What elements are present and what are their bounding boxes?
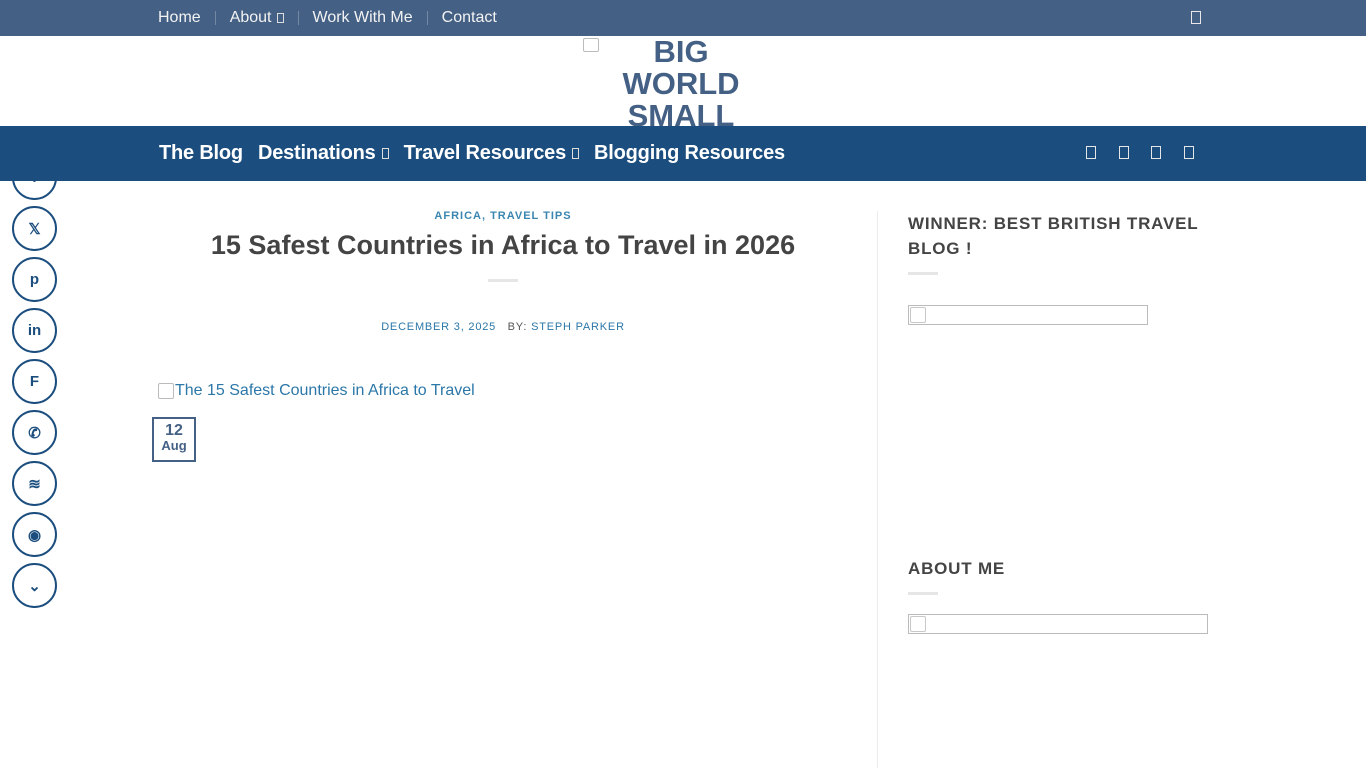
post-title: 15 Safest Countries in Africa to Travel … [210,230,796,260]
site-logo[interactable]: BIG WORLD SMALL [583,36,783,126]
widget-award-title: WINNER: BEST BRITISH TRAVEL BLOG ! [908,211,1208,261]
reddit-share-icon: ◉ [27,526,42,544]
widget-about-title: ABOUT ME [908,559,1006,578]
post-date-badge: 12 Aug [152,417,196,462]
main-nav-the-blog[interactable]: The Blog [159,142,243,165]
post-author-link[interactable]: STEPH PARKER [531,321,625,333]
main-nav-destinations-label: Destinations [257,142,376,164]
x-share-button[interactable]: 𝕏 [12,206,57,251]
top-nav-about[interactable]: About [230,9,284,27]
post-date-link[interactable]: DECEMBER 3, 2025 [381,321,496,333]
chevron-down-icon [381,148,389,159]
instagram-icon[interactable] [1119,146,1129,159]
about-me-image[interactable] [908,614,1208,634]
buffer-share-button[interactable]: ≋ [12,461,57,506]
pocket-share-icon: ⌄ [28,577,41,595]
post-date-month: Aug [161,438,187,453]
by-label: BY: [507,321,528,333]
pinterest-icon[interactable] [1184,146,1194,159]
top-nav-separator [214,11,216,25]
whatsapp-share-button[interactable]: ✆ [12,410,57,455]
linkedin-share-button[interactable]: in [12,308,57,353]
main-nav-links-foreground: The Blog Destinations Travel Resources B… [159,126,800,181]
main-nav-foreground: The Blog Destinations Travel Resources B… [0,126,1366,181]
x-share-icon: 𝕏 [28,220,41,238]
broken-image-icon [583,38,599,52]
award-image[interactable] [908,305,1148,325]
facebook-icon[interactable] [1086,146,1096,159]
pocket-share-button[interactable]: ⌄ [12,563,57,608]
whatsapp-share-icon: ✆ [28,424,41,442]
top-nav-work-with-me[interactable]: Work With Me [313,9,413,27]
featured-image[interactable]: The 15 Safest Countries in Africa to Tra… [158,382,475,400]
sidebar-divider [877,211,878,768]
logo-alt-line3: SMALL [627,98,735,127]
flipboard-share-button[interactable]: F [12,359,57,404]
chevron-down-icon [572,148,580,159]
linkedin-share-icon: in [27,322,42,339]
top-bar: Home About Work With Me Contact [0,0,1366,36]
flipboard-share-icon: F [29,373,40,390]
main-nav-blogging-resources-label: Blogging Resources [594,142,785,164]
main-nav-the-blog-label: The Blog [159,142,243,164]
broken-image-icon [158,383,174,399]
widget-award-divider [908,272,938,275]
widget-about-divider [908,592,938,595]
post-date-day: 12 [165,422,183,439]
reddit-share-button[interactable]: ◉ [12,512,57,557]
top-nav-contact-label: Contact [441,9,497,26]
post-category[interactable]: AFRICA, TRAVEL TIPS [158,210,848,222]
logo-alt-line2: WORLD [622,66,740,101]
header-logo-area: BIG WORLD SMALL [0,36,1366,126]
buffer-share-icon: ≋ [28,475,41,493]
pinterest-share-button[interactable]: p [12,257,57,302]
featured-image-alt: The 15 Safest Countries in Africa to Tra… [175,382,475,399]
widget-award-title-line2: BLOG ! [908,239,973,258]
twitter-icon[interactable] [1151,146,1161,159]
broken-image-icon [910,307,926,323]
broken-image-icon [910,616,926,632]
logo-alt-line1: BIG [653,36,709,69]
top-nav-home-label: Home [158,9,201,26]
top-nav-separator [426,11,428,25]
top-nav-work-with-me-label: Work With Me [312,9,413,26]
top-nav: Home About Work With Me Contact [158,0,497,36]
top-nav-contact[interactable]: Contact [442,9,497,27]
widget-award-title-line1: WINNER: BEST BRITISH TRAVEL [908,214,1199,233]
main-nav-travel-resources-label: Travel Resources [403,142,567,164]
main-nav-travel-resources[interactable]: Travel Resources [403,142,580,165]
main-nav-destinations[interactable]: Destinations [258,142,389,165]
main-nav-blogging-resources[interactable]: Blogging Resources [594,142,785,165]
title-divider [488,279,518,282]
chevron-down-icon [276,13,284,23]
top-nav-separator [297,11,299,25]
search-icon[interactable] [1191,11,1201,24]
pinterest-share-icon: p [29,271,40,288]
top-nav-about-label: About [229,9,272,26]
post-meta: DECEMBER 3, 2025 BY: STEPH PARKER [158,321,848,333]
post-by-label: BY: [500,321,531,333]
top-nav-home[interactable]: Home [158,9,201,27]
